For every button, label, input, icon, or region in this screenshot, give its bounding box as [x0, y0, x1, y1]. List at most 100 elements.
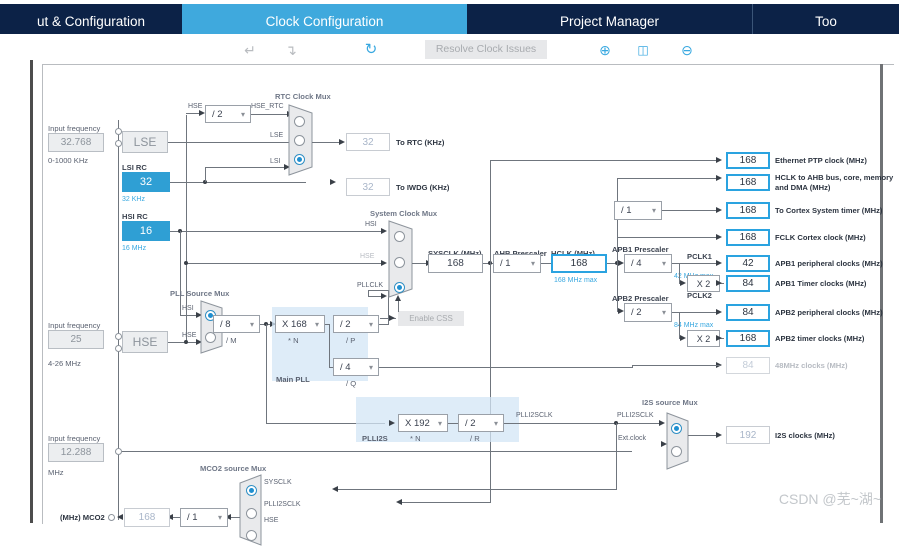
rtc-mux-option-hse-rtc[interactable] [294, 116, 305, 127]
mco2-option-sysclk[interactable] [246, 485, 257, 496]
cortex-prescaler-select[interactable]: / 1 ▾ [614, 201, 662, 220]
pll-source-option-hse[interactable] [205, 332, 216, 343]
clk48-value[interactable]: 84 [726, 357, 770, 374]
rtc-lsi-label: LSI [270, 158, 281, 165]
lse-pin-top[interactable] [115, 128, 122, 135]
rtc-mux-out-line [312, 142, 341, 143]
to-iwdg-value[interactable]: 32 [346, 178, 390, 196]
pllclk-top-line [368, 290, 389, 291]
apb2-prescaler-select[interactable]: / 2 ▾ [624, 303, 672, 322]
mco2-value[interactable]: 168 [124, 508, 170, 527]
lsi-rc-title: LSI RC [122, 163, 147, 172]
lsi-out-line [170, 182, 306, 183]
pll-p-value: / 2 [340, 318, 351, 330]
tab-clock-configuration[interactable]: Clock Configuration [182, 4, 467, 34]
hse-pin-bottom[interactable] [115, 345, 122, 352]
output-value-3[interactable]: 168 [726, 229, 770, 246]
zoom-out-icon[interactable]: ⊖ [676, 41, 698, 59]
lsi-branch-top [205, 167, 285, 168]
fit-to-screen-icon[interactable]: ◫ [632, 41, 654, 59]
pll-q-select[interactable]: / 4 ▾ [333, 358, 379, 376]
lsi-rc-value[interactable]: 32 [122, 172, 170, 192]
i2s-pin[interactable] [115, 448, 122, 455]
chevron-down-icon: ▾ [217, 513, 222, 522]
sysmux-hse-label: HSE [360, 253, 375, 260]
css-in-arrow [389, 314, 395, 321]
apb2-periph-value[interactable]: 84 [726, 304, 770, 321]
output-value-2[interactable]: 168 [726, 202, 770, 219]
sysclk-down-branch [490, 263, 491, 502]
lse-block[interactable]: LSE [122, 131, 168, 153]
rtc-clock-mux[interactable] [288, 104, 314, 176]
mco2-divider-select[interactable]: / 1 ▾ [180, 508, 228, 527]
i2smux-option-plli2sclk[interactable] [671, 423, 682, 434]
resolve-clock-issues-button[interactable]: Resolve Clock Issues [425, 40, 547, 59]
apb2-periph-label: APB2 peripheral clocks (MHz) [775, 308, 883, 317]
plli2s-r-select[interactable]: / 2 ▾ [458, 414, 504, 432]
pll-n-select[interactable]: X 168 ▾ [275, 315, 325, 333]
pll-p-out-line [379, 324, 389, 325]
i2s-source-mux[interactable] [666, 412, 690, 470]
rtc-mux-option-lsi[interactable] [294, 154, 305, 165]
mco2-source-mux[interactable] [238, 474, 262, 546]
sysclk-value[interactable]: 168 [428, 254, 483, 273]
pll-p-select[interactable]: / 2 ▾ [333, 315, 379, 333]
hse-rtc-out-line [251, 114, 288, 115]
hse-rtc-divider-select[interactable]: / 2 ▾ [205, 105, 251, 123]
output-value-1[interactable]: 168 [726, 174, 770, 191]
lsi-branch-up [205, 167, 206, 182]
refresh-icon[interactable]: ↻ [360, 41, 382, 59]
cortex-out-line [662, 210, 720, 211]
chevron-down-icon: ▾ [368, 362, 373, 372]
undo-icon[interactable]: ↵ [239, 41, 261, 59]
redo-icon[interactable]: ↴ [280, 41, 302, 59]
apb2-prescaler-value: / 2 [631, 307, 642, 318]
sysmux-option-hsi[interactable] [394, 231, 405, 242]
i2smux-option-ext-clock[interactable] [671, 446, 682, 457]
ahb-prescaler-select[interactable]: / 1 ▾ [493, 254, 541, 273]
mco2-pin[interactable] [108, 514, 115, 521]
tab-tools[interactable]: Too [752, 4, 899, 34]
sysmux-option-hse[interactable] [394, 257, 405, 268]
pll-m-select[interactable]: / 8 ▾ [213, 315, 260, 333]
lse-pin-bottom[interactable] [115, 140, 122, 147]
hsi-branch-down [180, 231, 181, 315]
i2smux-ext-label: Ext.clock [618, 435, 647, 442]
mco2-divider-value: / 1 [187, 512, 198, 523]
plli2s-n-select[interactable]: X 192 ▾ [398, 414, 448, 432]
hse-block[interactable]: HSE [122, 331, 168, 353]
apb2-periph-arrow [716, 308, 722, 315]
apb1-prescaler-select[interactable]: / 4 ▾ [624, 254, 672, 273]
lse-input-frequency-field[interactable]: 32.768 [48, 133, 104, 152]
i2smux-out-line [688, 435, 718, 436]
i2s-clocks-value[interactable]: 192 [726, 426, 770, 444]
plli2s-n-label: * N [410, 434, 421, 443]
i2s-input-frequency-field[interactable]: 12.288 [48, 443, 104, 462]
output-value-0[interactable]: 168 [726, 152, 770, 169]
hse-pin-top[interactable] [115, 333, 122, 340]
enable-css-button[interactable]: Enable CSS [398, 311, 464, 326]
hsi-rc-value[interactable]: 16 [122, 221, 170, 241]
tab-pinout-configuration[interactable]: ut & Configuration [0, 4, 182, 34]
mco2-option-plli2sclk[interactable] [246, 508, 257, 519]
pll-m-label: / M [226, 336, 237, 345]
lsi-rc-sub: 32 KHz [122, 196, 145, 203]
apb1-periph-value[interactable]: 42 [726, 255, 770, 272]
mco2-option-hse[interactable] [246, 530, 257, 541]
output-label-1: HCLK to AHB bus, core, memory and DMA (M… [775, 173, 894, 192]
apb2-timer-value[interactable]: 168 [726, 330, 770, 347]
sysmux-option-pllclk[interactable] [394, 282, 405, 293]
tab-project-manager[interactable]: Project Manager [467, 4, 752, 34]
zoom-in-icon[interactable]: ⊕ [594, 41, 616, 59]
to-rtc-value[interactable]: 32 [346, 133, 390, 151]
chevron-down-icon: ▾ [437, 418, 442, 428]
apb1-prescaler-value: / 4 [631, 258, 642, 269]
plli2sclk-arrow [659, 419, 665, 426]
rtc-mux-option-lse[interactable] [294, 135, 305, 146]
pllclk-arrow [381, 292, 387, 299]
apb1-timer-value[interactable]: 84 [726, 275, 770, 292]
hse-input-frequency-field[interactable]: 25 [48, 330, 104, 349]
system-clock-mux[interactable] [388, 220, 414, 298]
clk48-label: 48MHz clocks (MHz) [775, 361, 848, 370]
hclk-value[interactable]: 168 [551, 254, 607, 273]
